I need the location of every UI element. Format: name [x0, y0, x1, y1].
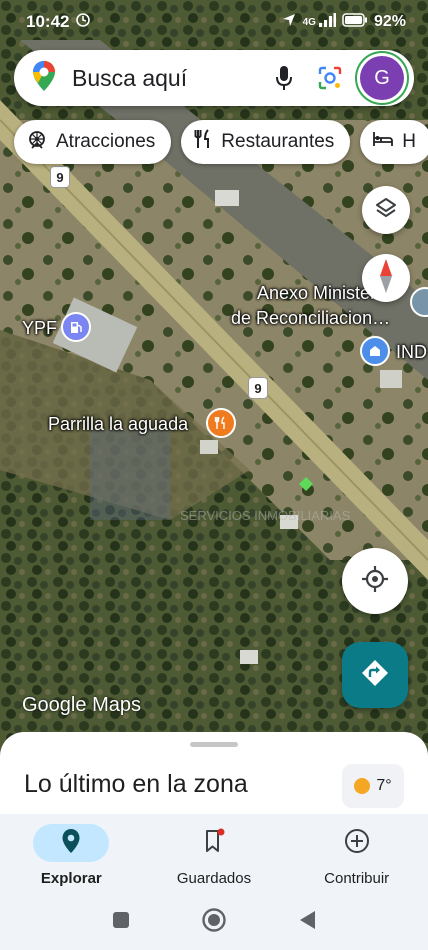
- compass-button[interactable]: [362, 254, 410, 302]
- layers-icon: [374, 196, 398, 225]
- anexo-label-line2[interactable]: de Reconciliacion…: [231, 308, 390, 329]
- account-avatar[interactable]: G: [360, 56, 404, 100]
- nav-pill: [176, 824, 252, 862]
- route-shield: 9: [50, 166, 70, 188]
- hotel-icon: [372, 130, 394, 154]
- chip-attractions[interactable]: Atracciones: [14, 120, 172, 164]
- sun-icon: [354, 778, 371, 794]
- gas-station-icon[interactable]: [61, 312, 91, 342]
- drag-handle[interactable]: [190, 742, 238, 747]
- weather-chip[interactable]: 7°: [342, 764, 404, 808]
- store-icon[interactable]: [360, 336, 390, 366]
- sync-icon: [75, 12, 91, 33]
- sheet-title: Lo último en la zona: [24, 770, 248, 798]
- maps-word: Maps: [92, 694, 141, 716]
- system-navigation-bar: [0, 894, 428, 950]
- dropped-pin-icon[interactable]: [296, 474, 316, 499]
- nav-pill: [319, 824, 395, 862]
- battery-value: 92: [373, 13, 392, 30]
- lens-camera-icon[interactable]: [310, 58, 350, 98]
- battery-icon: [342, 12, 368, 32]
- google-maps-logo: Google Maps: [22, 694, 141, 717]
- search-input[interactable]: Busca aquí: [72, 65, 258, 92]
- directions-icon: [360, 658, 390, 693]
- compass-icon: [373, 258, 399, 299]
- chip-hotels[interactable]: H: [360, 120, 428, 164]
- add-circle-icon: [344, 828, 370, 858]
- chip-label: H: [402, 131, 417, 152]
- nav-label: Guardados: [176, 870, 252, 887]
- route-shield: 9: [248, 377, 268, 399]
- network-type: 4G: [302, 16, 316, 28]
- chip-label: Atracciones: [56, 131, 156, 152]
- google-word: Google: [22, 694, 87, 716]
- nav-contribute[interactable]: Contribuir: [285, 814, 428, 894]
- microphone-icon[interactable]: [264, 58, 304, 98]
- ypf-label[interactable]: YPF: [22, 318, 57, 339]
- nav-explore[interactable]: Explorar: [0, 814, 143, 894]
- parrilla-label[interactable]: Parrilla la aguada: [48, 414, 188, 435]
- layers-button[interactable]: [362, 186, 410, 234]
- ind-label[interactable]: IND: [396, 342, 427, 363]
- nav-label: Contribuir: [324, 870, 390, 887]
- nav-label: Explorar: [40, 870, 102, 887]
- home-icon[interactable]: [201, 907, 227, 938]
- search-bar[interactable]: Busca aquí G: [14, 50, 414, 106]
- location-pin-icon: [61, 828, 81, 858]
- directions-button[interactable]: [342, 642, 408, 708]
- battery-percent: 92%: [373, 13, 406, 30]
- status-time: 10:42: [26, 12, 70, 31]
- attractions-icon: [26, 128, 48, 156]
- bottom-sheet[interactable]: Lo último en la zona 7°: [0, 732, 428, 822]
- back-icon[interactable]: [297, 909, 317, 936]
- status-bar: 10:42 4G 92%: [0, 0, 428, 44]
- chip-label: Restaurantes: [221, 131, 335, 152]
- nav-saved[interactable]: Guardados: [143, 814, 286, 894]
- svg-text:SERVICIOS INMOBILIARIAS: SERVICIOS INMOBILIARIAS: [180, 508, 351, 523]
- signal-icon: [318, 12, 336, 33]
- bookmark-icon: [202, 828, 226, 858]
- maps-pin-logo-icon: [32, 60, 56, 97]
- nav-pill: [33, 824, 110, 862]
- crosshair-icon: [361, 565, 389, 598]
- category-chips: Atracciones Restaurantes H: [14, 120, 428, 164]
- bottom-navigation: Explorar Guardados Contribuir: [0, 814, 428, 894]
- recents-icon[interactable]: [111, 910, 131, 935]
- restaurant-pin-icon[interactable]: [206, 408, 236, 438]
- chip-restaurants[interactable]: Restaurantes: [181, 120, 351, 164]
- my-location-button[interactable]: [342, 548, 408, 614]
- location-arrow-icon: [281, 12, 297, 33]
- restaurant-icon: [193, 128, 213, 156]
- temperature: 7°: [376, 777, 392, 794]
